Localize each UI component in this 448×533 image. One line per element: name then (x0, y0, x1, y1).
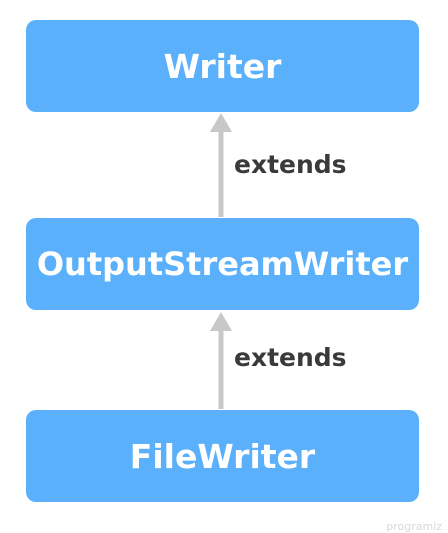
arrow-osw-to-writer (210, 113, 232, 217)
extends-label-2: extends (234, 343, 347, 372)
arrow-head-2 (210, 312, 232, 331)
watermark: programiz (386, 520, 442, 533)
arrow-head-1 (210, 113, 232, 132)
connectors (210, 113, 232, 409)
extends-label-1: extends (234, 150, 347, 179)
arrow-fw-to-osw (210, 312, 232, 409)
